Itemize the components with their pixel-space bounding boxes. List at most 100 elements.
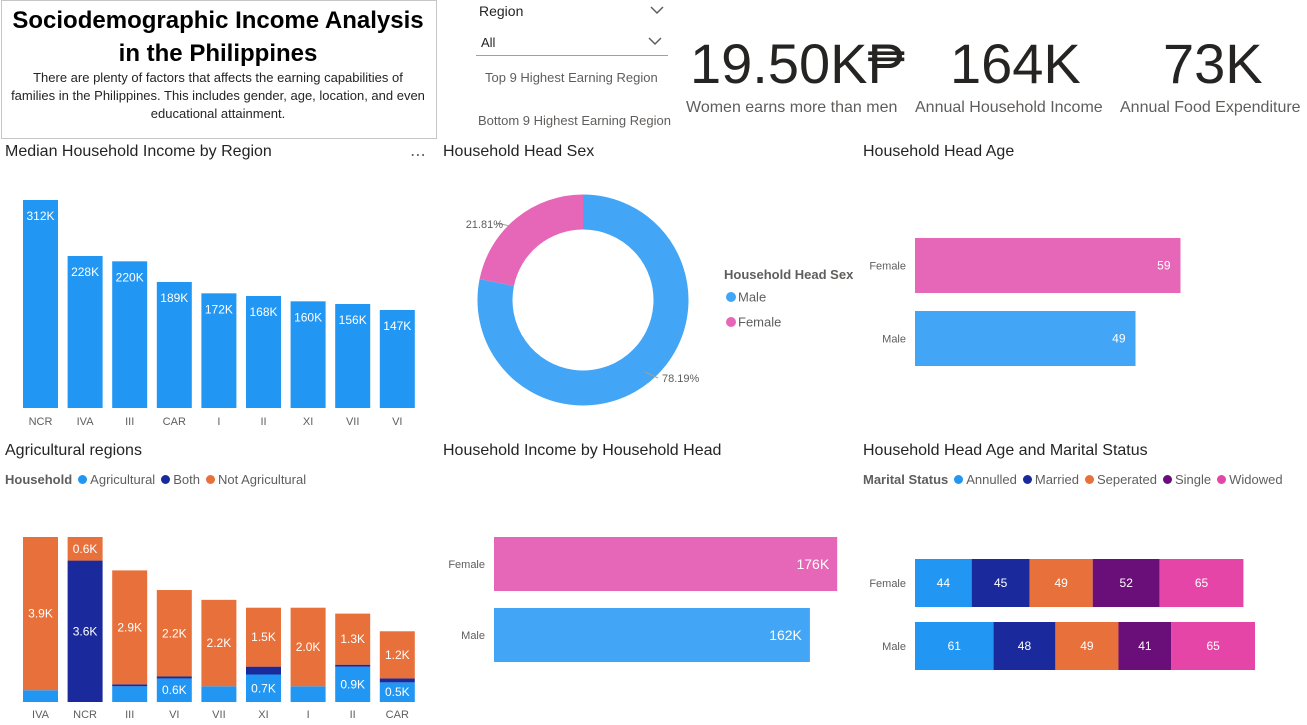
head-sex-donut-chart: 78.19% 21.81% Household Head Sex Male Female xyxy=(466,194,854,406)
bar-label: 61 xyxy=(948,639,962,653)
bar-label: 189K xyxy=(160,291,188,305)
x-tick-label: XI xyxy=(303,416,313,428)
bar-label: 312K xyxy=(26,209,54,223)
bar-label: 160K xyxy=(294,310,322,324)
bottom-9-region-button[interactable]: Bottom 9 Highest Earning Region xyxy=(478,113,671,128)
bar-label: 1.3K xyxy=(340,632,365,646)
income-by-head-chart: 176K Female 162K Male xyxy=(448,537,838,662)
top-9-region-button[interactable]: Top 9 Highest Earning Region xyxy=(485,70,658,85)
bar-label: 0.7K xyxy=(251,681,276,695)
x-tick-label: NCR xyxy=(73,709,97,721)
region-dropdown[interactable] xyxy=(476,28,668,56)
kpi-food-expenditure-value: 73K xyxy=(1163,32,1263,95)
agri-legend: Household Agricultural Both Not Agricultura… xyxy=(5,472,306,487)
legend-item-both[interactable]: Both xyxy=(173,472,200,487)
median-income-chart: 312K NCR 228K IVA 220K III 189K CAR 172K I 168K II 1… xyxy=(23,200,415,428)
bar-segment-agricultural xyxy=(290,686,326,702)
bar-label: 2.9K xyxy=(117,620,142,634)
legend-dot xyxy=(1022,475,1032,484)
bar-label: 172K xyxy=(205,302,233,316)
legend-dot xyxy=(1162,475,1172,484)
bar-label: 65 xyxy=(1195,576,1209,590)
agri-legend-title: Household xyxy=(5,472,73,487)
bar-ncr xyxy=(23,200,58,408)
bar-label: 49 xyxy=(1054,576,1068,590)
bar-label: 0.6K xyxy=(162,683,187,697)
legend-dot xyxy=(205,475,215,484)
x-tick-label: VI xyxy=(169,709,179,721)
x-tick-label: I xyxy=(307,709,310,721)
legend-item-seperated[interactable]: Seperated xyxy=(1097,472,1157,487)
bar-segment-both xyxy=(335,664,371,667)
bar-label: 0.9K xyxy=(340,677,365,691)
legend-item-agricultural[interactable]: Agricultural xyxy=(90,472,155,487)
x-tick-label: CAR xyxy=(386,709,409,721)
kpi-household-income-value: 164K xyxy=(950,32,1081,95)
bar-male xyxy=(494,608,810,662)
chevron-down-icon[interactable] xyxy=(650,5,664,15)
bar-label: 220K xyxy=(116,270,144,284)
age-marital-chart: 44 45 49 52 65 Female 61 48 49 41 65 Male xyxy=(869,559,1255,670)
x-tick-label: II xyxy=(350,709,356,721)
y-tick-label: Male xyxy=(882,641,906,653)
bar-segment-agricultural xyxy=(112,686,148,702)
legend-item-male: Male xyxy=(738,290,766,305)
kpi-food-expenditure-label: Annual Food Expenditure xyxy=(1120,99,1301,116)
legend-item-married[interactable]: Married xyxy=(1035,472,1079,487)
region-dropdown-value[interactable]: All xyxy=(481,35,495,50)
slice-label-male: 78.19% xyxy=(662,373,700,385)
legend-dot xyxy=(726,317,736,327)
x-tick-label: I xyxy=(217,416,220,428)
kpi-women-income-diff-label: Women earns more than men xyxy=(686,99,898,116)
x-tick-label: XI xyxy=(258,709,268,721)
bar-label: 3.6K xyxy=(73,624,98,638)
bar-label: 45 xyxy=(994,576,1008,590)
median-income-title: Median Household Income by Region xyxy=(5,143,272,160)
x-tick-label: VII xyxy=(346,416,359,428)
y-tick-label: Male xyxy=(461,630,485,642)
legend-item-not-agricultural[interactable]: Not Agricultural xyxy=(218,472,306,487)
x-tick-label: VI xyxy=(392,416,402,428)
legend-item-single[interactable]: Single xyxy=(1175,472,1211,487)
bar-segment-both xyxy=(379,678,415,683)
bar-segment-both xyxy=(112,684,148,687)
agri-chart: 3.9KIVA3.6K0.6KNCR2.9KIII0.6K2.2KVI2.2KV… xyxy=(23,537,415,721)
bar-label: 162K xyxy=(769,627,802,643)
bar-label: 0.5K xyxy=(385,685,410,699)
bar-label: 52 xyxy=(1120,576,1134,590)
chevron-down-icon[interactable] xyxy=(648,36,662,46)
page-description: There are plenty of factors that affects… xyxy=(11,70,425,121)
x-tick-label: NCR xyxy=(29,416,53,428)
x-tick-label: CAR xyxy=(163,416,186,428)
x-tick-label: IVA xyxy=(77,416,95,428)
donut-slice-female xyxy=(479,194,584,287)
legend-item-female: Female xyxy=(738,315,781,330)
marital-legend: Marital Status Annulled Married Seperated Si… xyxy=(863,472,1283,487)
bar-label: 49 xyxy=(1112,332,1126,346)
legend-dot xyxy=(161,475,171,484)
bar-label: 2.2K xyxy=(207,636,232,650)
legend-item-annulled[interactable]: Annulled xyxy=(966,472,1017,487)
y-tick-label: Female xyxy=(869,261,906,273)
bar-male xyxy=(915,311,1136,366)
bar-label: 2.2K xyxy=(162,626,187,640)
agri-title: Agricultural regions xyxy=(5,442,142,459)
bar-segment-both xyxy=(156,676,192,679)
bar-label: 41 xyxy=(1138,639,1152,653)
legend-dot xyxy=(1084,475,1094,484)
bar-label: 176K xyxy=(796,556,829,572)
slice-label-female: 21.81% xyxy=(466,219,504,231)
region-slicer-label: Region xyxy=(479,3,524,19)
x-tick-label: III xyxy=(125,709,134,721)
bar-label: 49 xyxy=(1080,639,1094,653)
bar-label: 147K xyxy=(383,319,411,333)
income-by-head-title: Household Income by Household Head xyxy=(443,442,722,459)
page-title: Sociodemographic Income Analysis in the … xyxy=(12,7,424,67)
bar-label: 228K xyxy=(71,265,99,279)
sex-legend-title: Household Head Sex xyxy=(724,267,854,282)
age-marital-title: Household Head Age and Marital Status xyxy=(863,442,1148,459)
bar-female xyxy=(494,537,838,591)
marital-legend-title: Marital Status xyxy=(863,472,949,487)
legend-item-widowed[interactable]: Widowed xyxy=(1229,472,1282,487)
bar-label: 2.0K xyxy=(296,640,321,654)
